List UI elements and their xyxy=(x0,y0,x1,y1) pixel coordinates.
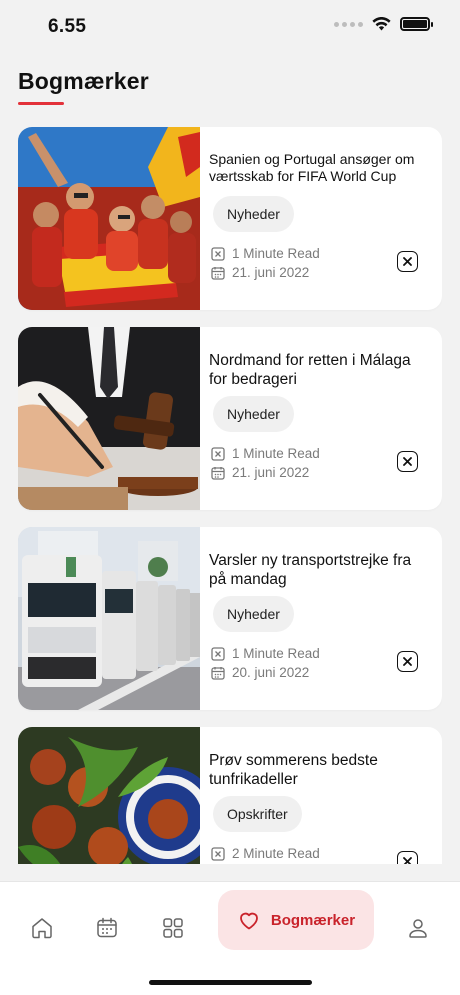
read-time-icon xyxy=(211,246,225,261)
tab-bookmarks-label: Bogmærker xyxy=(270,911,356,929)
read-time: 1 Minute Read xyxy=(232,446,320,461)
tab-bookmarks[interactable]: Bogmærker xyxy=(218,890,374,950)
tab-categories[interactable] xyxy=(150,905,196,951)
article-image-football-fans xyxy=(18,127,200,310)
title-underline xyxy=(18,102,64,105)
article-image-judge-gavel xyxy=(18,327,200,510)
bookmark-card[interactable]: Prøv sommerens bedste tunfrikadeller Ops… xyxy=(18,727,442,864)
calendar-icon xyxy=(211,466,225,480)
tab-home[interactable] xyxy=(19,905,65,951)
calendar-icon xyxy=(211,266,225,280)
read-time: 1 Minute Read xyxy=(232,246,320,261)
read-time-icon xyxy=(211,446,225,461)
read-time-icon xyxy=(211,846,225,861)
category-tag[interactable]: Nyheder xyxy=(213,196,294,232)
article-date: 21. juni 2022 xyxy=(232,265,310,280)
page-title: Bogmærker xyxy=(18,68,149,94)
remove-bookmark-button[interactable] xyxy=(397,851,418,864)
category-tag[interactable]: Nyheder xyxy=(213,596,294,632)
bottom-tab-bar: Bogmærker xyxy=(0,881,460,995)
article-image-food xyxy=(18,727,200,864)
category-tag[interactable]: Nyheder xyxy=(213,396,294,432)
battery-icon xyxy=(400,17,433,31)
close-icon xyxy=(403,857,412,864)
close-icon xyxy=(403,657,412,666)
remove-bookmark-button[interactable] xyxy=(397,251,418,272)
category-tag[interactable]: Opskrifter xyxy=(213,796,302,832)
grid-icon xyxy=(163,918,183,938)
read-time: 1 Minute Read xyxy=(232,646,320,661)
close-icon xyxy=(403,457,412,466)
calendar-icon xyxy=(211,666,225,680)
status-time: 6.55 xyxy=(48,16,87,37)
read-time-icon xyxy=(211,646,225,661)
wifi-icon xyxy=(372,17,391,31)
bookmark-card[interactable]: Varsler ny transportstrejke fra på manda… xyxy=(18,527,442,710)
remove-bookmark-button[interactable] xyxy=(397,451,418,472)
home-indicator[interactable] xyxy=(149,980,312,985)
tab-calendar[interactable] xyxy=(84,905,130,951)
article-image-trucks xyxy=(18,527,200,710)
heart-icon xyxy=(239,912,258,930)
article-title[interactable]: Varsler ny transportstrejke fra på manda… xyxy=(209,551,432,589)
read-time: 2 Minute Read xyxy=(232,846,320,861)
home-icon xyxy=(32,918,52,939)
profile-icon xyxy=(409,919,427,938)
page-header: Bogmærker xyxy=(18,68,149,105)
bookmark-list[interactable]: Spanien og Portugal ansøger om værtsskab… xyxy=(18,127,442,864)
calendar-icon xyxy=(97,917,117,938)
status-bar: 6.55 xyxy=(0,0,460,54)
close-icon xyxy=(403,257,412,266)
article-title[interactable]: Prøv sommerens bedste tunfrikadeller xyxy=(209,751,432,789)
article-title[interactable]: Spanien og Portugal ansøger om værtsskab… xyxy=(209,151,432,189)
bookmark-card[interactable]: Spanien og Portugal ansøger om værtsskab… xyxy=(18,127,442,310)
article-date: 21. juni 2022 xyxy=(232,465,310,480)
article-title[interactable]: Nordmand for retten i Málaga for bedrage… xyxy=(209,351,432,389)
remove-bookmark-button[interactable] xyxy=(397,651,418,672)
article-date: 20. juni 2022 xyxy=(232,665,310,680)
signal-icon xyxy=(334,21,363,27)
bookmark-card[interactable]: Nordmand for retten i Málaga for bedrage… xyxy=(18,327,442,510)
tab-profile[interactable] xyxy=(395,905,441,951)
